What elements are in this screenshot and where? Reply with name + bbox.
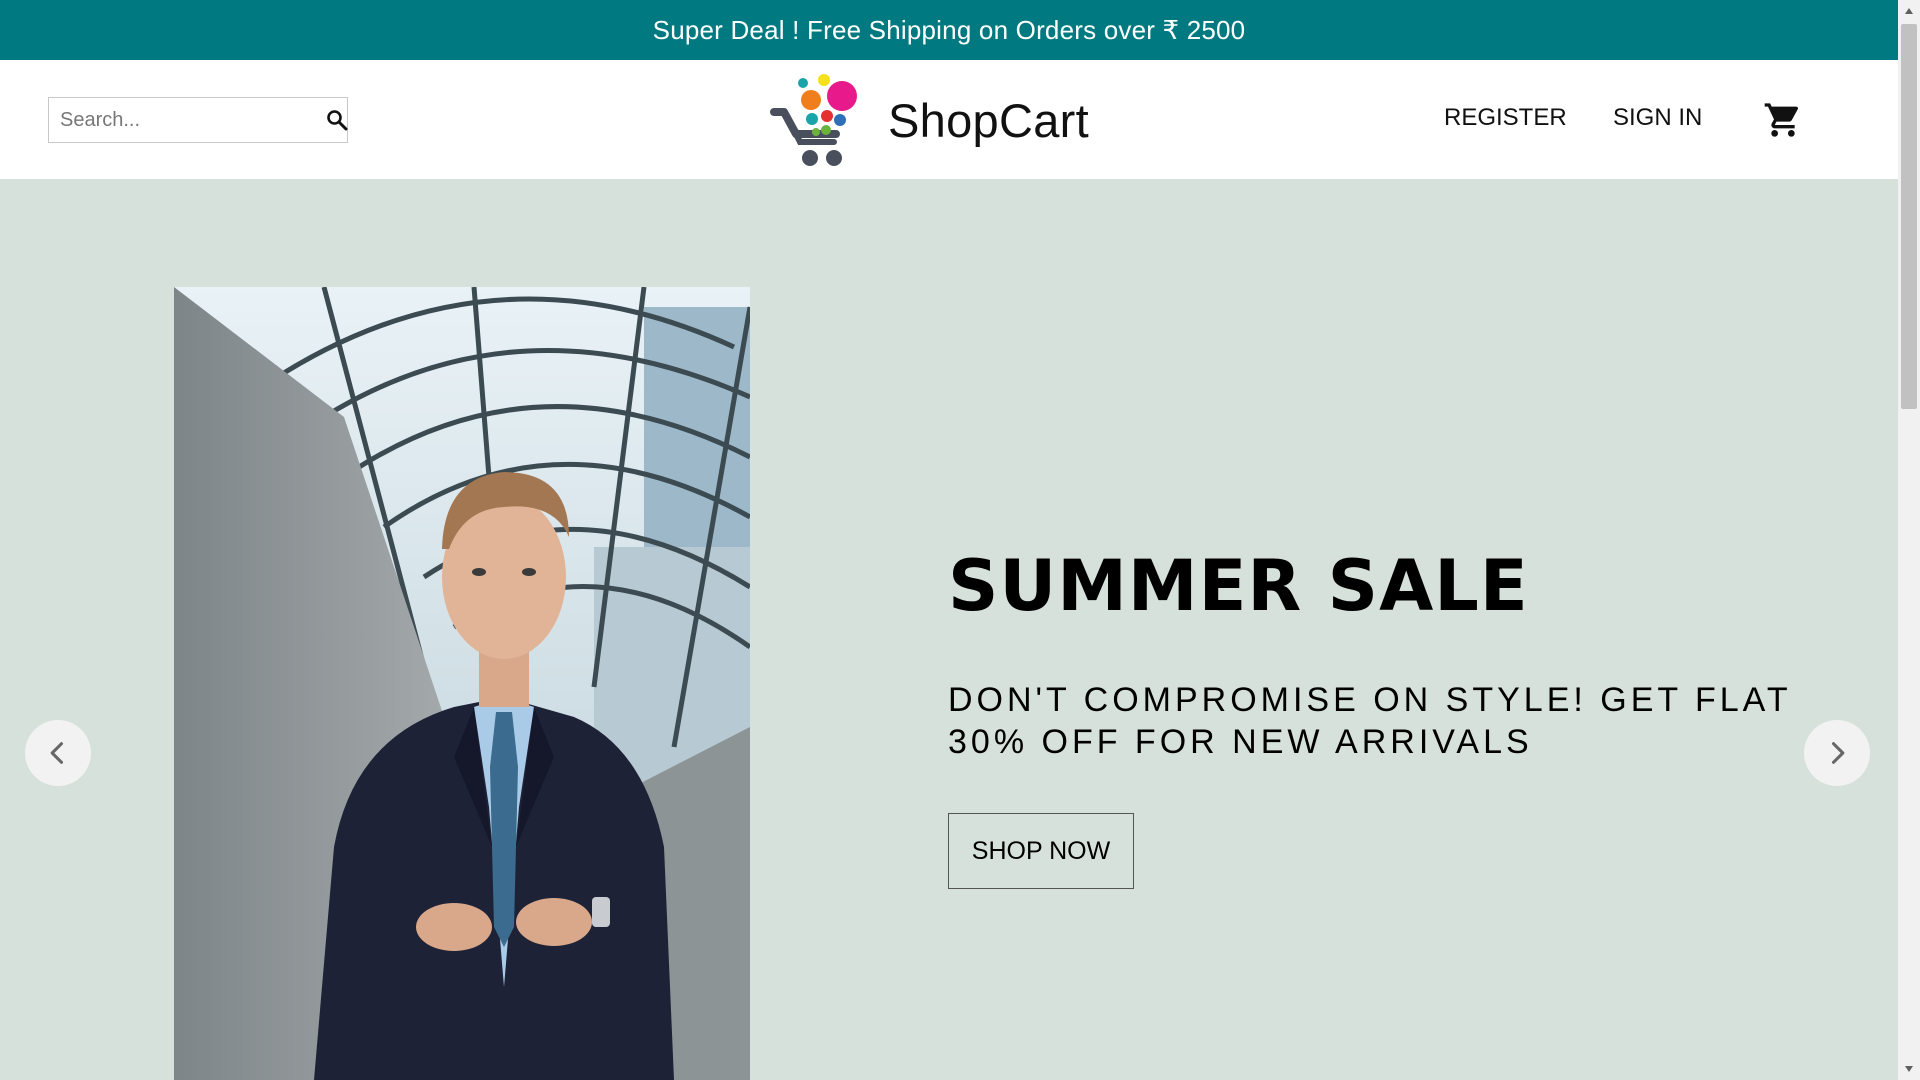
hero-title: SUMMER SALE [948, 545, 1529, 627]
announcement-text: Super Deal ! Free Shipping on Orders ove… [652, 14, 1246, 45]
hero-model-photo [174, 287, 750, 1080]
scroll-down-icon[interactable] [1898, 1058, 1920, 1080]
sign-in-link[interactable]: SIGN IN [1613, 104, 1702, 132]
brand-logo-link[interactable]: ShopCart [770, 70, 1089, 170]
shopping-cart-icon[interactable] [1763, 100, 1803, 140]
slider-next-button[interactable] [1804, 720, 1870, 786]
announcement-bar: Super Deal ! Free Shipping on Orders ove… [0, 0, 1898, 60]
chevron-right-icon [1831, 742, 1845, 764]
hero-subtitle: DON'T COMPROMISE ON STYLE! GET FLAT 30% … [948, 681, 1791, 761]
slider-prev-button[interactable] [25, 720, 91, 786]
page-scrollbar[interactable] [1898, 0, 1920, 1080]
register-link[interactable]: REGISTER [1444, 104, 1567, 132]
site-header: ShopCart REGISTER SIGN IN [0, 60, 1898, 179]
brand-name: ShopCart [888, 93, 1089, 147]
scroll-thumb[interactable] [1901, 24, 1917, 409]
hero-slider: SUMMER SALE DON'T COMPROMISE ON STYLE! G… [0, 179, 1898, 1080]
chevron-left-icon [50, 742, 64, 764]
search-icon[interactable] [325, 98, 349, 142]
search-box[interactable] [48, 97, 348, 143]
search-input[interactable] [49, 98, 325, 142]
hero-text-block: SUMMER SALE DON'T COMPROMISE ON STYLE! G… [948, 551, 1828, 889]
shop-now-button[interactable]: SHOP NOW [948, 813, 1134, 889]
shopcart-logo [770, 74, 857, 166]
scroll-up-icon[interactable] [1898, 0, 1920, 22]
